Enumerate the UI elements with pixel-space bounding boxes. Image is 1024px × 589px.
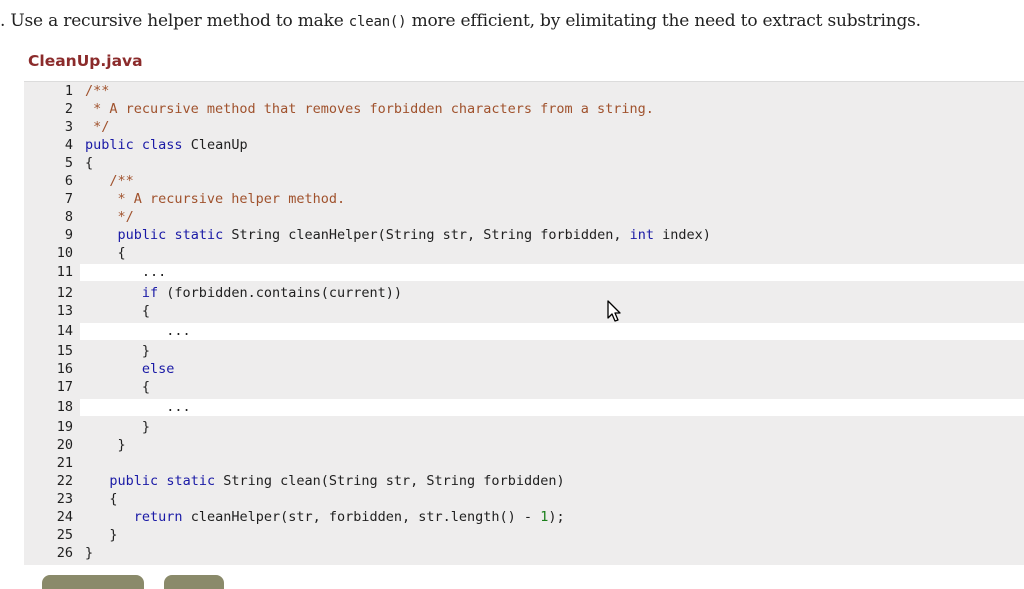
line-text: /** xyxy=(85,173,134,189)
line-text: else xyxy=(141,361,175,377)
line-text: } xyxy=(85,437,126,453)
line-text: */ xyxy=(85,119,110,135)
line-number: 15 xyxy=(56,343,73,359)
line-number: 4 xyxy=(64,137,73,153)
code-line: 16 else xyxy=(24,360,1024,378)
line-text: * A recursive method that removes forbid… xyxy=(85,101,654,117)
code-line: 19 } xyxy=(24,418,1024,436)
line-text[interactable]: ... xyxy=(85,398,190,416)
line-number: 8 xyxy=(64,209,73,225)
line-text: } xyxy=(85,527,118,543)
code-line: 8 */ xyxy=(24,208,1024,226)
prompt-code: clean() xyxy=(348,14,407,30)
code-line: 4 public class CleanUp xyxy=(24,136,1024,154)
code-line: 25 } xyxy=(24,526,1024,544)
line-text: if (forbidden.contains(current)) xyxy=(141,285,403,301)
code-line: 15 } xyxy=(24,342,1024,360)
prompt-text-start: . Use a recursive helper method to make xyxy=(0,11,349,31)
code-line: 13 { xyxy=(24,302,1024,320)
code-line: 22 public static String clean(String str… xyxy=(24,472,1024,490)
line-text: { xyxy=(85,245,126,261)
mouse-pointer-icon xyxy=(607,300,621,322)
code-line: 2 * A recursive method that removes forb… xyxy=(24,100,1024,118)
line-number: 19 xyxy=(56,419,73,435)
code-line: 1 /** xyxy=(24,82,1024,100)
code-line: 5{ xyxy=(24,154,1024,172)
line-input-area[interactable] xyxy=(80,399,1024,416)
code-line: 20 } xyxy=(24,436,1024,454)
line-text: { xyxy=(85,303,151,319)
line-text: } xyxy=(85,419,151,435)
code-line: 17 { xyxy=(24,378,1024,396)
line-number: 9 xyxy=(64,227,73,243)
action-button-2[interactable] xyxy=(164,575,224,589)
line-number: 26 xyxy=(56,545,73,561)
code-editor: 1/** 2 * A recursive method that removes … xyxy=(24,81,1024,565)
line-text: public static String cleanHelper(String … xyxy=(117,227,711,243)
code-line: 23 { xyxy=(24,490,1024,508)
line-text: { xyxy=(85,155,94,171)
code-line: 6 /** xyxy=(24,172,1024,190)
line-number: 12 xyxy=(56,285,73,301)
code-line: 12 if (forbidden.contains(current)) xyxy=(24,284,1024,302)
line-number: 5 xyxy=(64,155,73,171)
line-number: 24 xyxy=(56,509,73,525)
line-text: */ xyxy=(85,209,134,225)
line-number: 23 xyxy=(56,491,73,507)
line-number: 7 xyxy=(64,191,73,207)
line-text[interactable]: ... xyxy=(85,322,190,340)
line-number: 2 xyxy=(64,101,73,117)
code-line: 9 public static String cleanHelper(Strin… xyxy=(24,226,1024,244)
line-text: public static String clean(String str, S… xyxy=(109,473,565,489)
code-line: 24 return cleanHelper(str, forbidden, st… xyxy=(24,508,1024,526)
file-name: CleanUp.java xyxy=(28,52,143,70)
line-number: 1 xyxy=(64,83,73,99)
line-number: 3 xyxy=(64,119,73,135)
line-number: 6 xyxy=(64,173,73,189)
code-line: 3 */ xyxy=(24,118,1024,136)
line-number: 17 xyxy=(56,379,73,395)
line-number: 21 xyxy=(56,455,73,471)
line-number: 18 xyxy=(56,399,73,415)
prompt-text-end: more efficient, by elimitating the need … xyxy=(406,11,921,31)
line-text: { xyxy=(85,491,118,507)
code-line: 26} xyxy=(24,544,1024,562)
line-number: 13 xyxy=(56,303,73,319)
question-prompt: . Use a recursive helper method to make … xyxy=(0,11,1024,31)
code-line: 21 xyxy=(24,454,1024,472)
editable-code-line[interactable]: 11 ... xyxy=(24,263,1024,281)
editable-code-line[interactable]: 14 ... xyxy=(24,322,1024,340)
line-number: 11 xyxy=(56,264,73,280)
line-text[interactable]: ... xyxy=(85,263,166,281)
line-text: } xyxy=(85,343,151,359)
line-number: 22 xyxy=(56,473,73,489)
line-text: { xyxy=(85,379,151,395)
line-text: return cleanHelper(str, forbidden, str.l… xyxy=(133,509,565,525)
line-input-area[interactable] xyxy=(80,264,1024,281)
code-line: 7 * A recursive helper method. xyxy=(24,190,1024,208)
line-number: 14 xyxy=(56,323,73,339)
action-button-1[interactable] xyxy=(42,575,144,589)
line-text: } xyxy=(85,545,94,561)
line-text: /** xyxy=(85,83,110,99)
line-input-area[interactable] xyxy=(80,323,1024,340)
code-line: 10 { xyxy=(24,244,1024,262)
line-number: 16 xyxy=(56,361,73,377)
line-text: * A recursive helper method. xyxy=(85,191,346,207)
line-number: 20 xyxy=(56,437,73,453)
line-number: 10 xyxy=(56,245,73,261)
editable-code-line[interactable]: 18 ... xyxy=(24,398,1024,416)
line-number: 25 xyxy=(56,527,73,543)
line-text: public class CleanUp xyxy=(85,137,248,153)
